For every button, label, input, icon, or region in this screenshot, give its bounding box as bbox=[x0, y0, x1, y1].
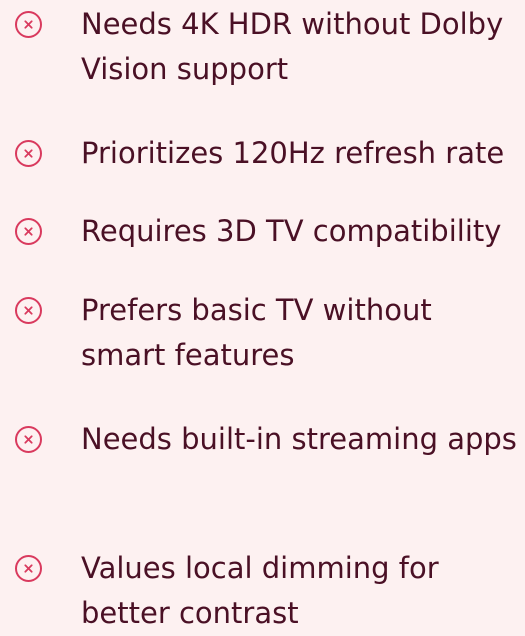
x-circle-icon bbox=[14, 554, 43, 583]
x-circle-icon bbox=[14, 139, 43, 168]
list-item-text: Prioritizes 120Hz refresh rate bbox=[81, 136, 505, 170]
list-item-text: Requires 3D TV compatibility bbox=[81, 214, 502, 248]
list-item-text: Needs 4K HDR without Dolby Vision suppor… bbox=[81, 7, 504, 86]
excluded-criteria-list: Needs 4K HDR without Dolby Vision suppor… bbox=[0, 0, 525, 632]
list-item-text: Prefers basic TV without smart features bbox=[81, 293, 432, 372]
list-item-text: Values local dimming for better contrast bbox=[81, 551, 439, 630]
x-circle-icon bbox=[14, 10, 43, 39]
x-circle-icon bbox=[14, 217, 43, 246]
x-circle-icon bbox=[14, 296, 43, 325]
x-circle-icon bbox=[14, 425, 43, 454]
list-item-text: Needs built-in streaming apps bbox=[81, 422, 517, 456]
